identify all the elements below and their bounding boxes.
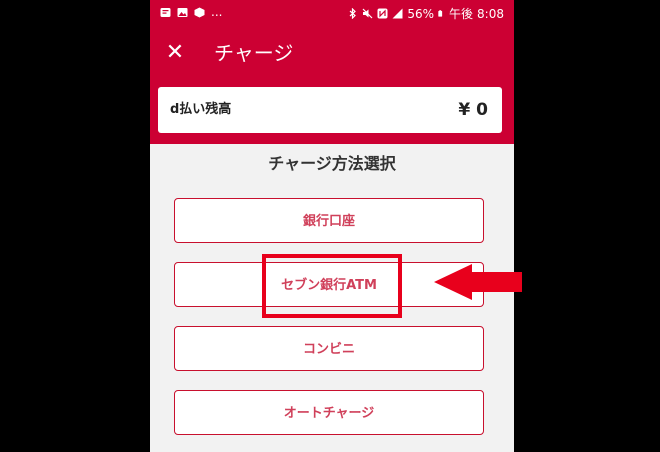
- app-icon: [194, 7, 205, 17]
- bluetooth-icon: [349, 8, 357, 19]
- balance-card: d払い残高 ¥ 0: [158, 87, 502, 133]
- nfc-icon: [377, 8, 388, 19]
- mute-icon: [362, 8, 373, 19]
- status-bar: ... 56% 午後 8:08: [150, 0, 514, 26]
- auto-charge-button[interactable]: オートチャージ: [174, 390, 484, 435]
- status-left-icons: ...: [160, 5, 222, 19]
- status-more-indicator: ...: [211, 5, 223, 19]
- phone-screen: ... 56% 午後 8:08 ✕ チャージ d払い残高 ¥ 0 チャージ方法選…: [150, 0, 514, 452]
- section-title: チャージ方法選択: [268, 154, 396, 173]
- battery-percent: 56%: [407, 6, 435, 21]
- notification-icon: [160, 7, 171, 17]
- convenience-store-button[interactable]: コンビニ: [174, 326, 484, 371]
- close-icon[interactable]: ✕: [162, 38, 188, 68]
- signal-icon: [392, 8, 403, 19]
- app-header: ✕ チャージ d払い残高 ¥ 0: [150, 26, 514, 144]
- battery-icon: [438, 10, 443, 17]
- arrow-left-icon: [434, 264, 522, 300]
- time-period: 午後: [449, 7, 474, 21]
- status-right-icons: 56% 午後 8:08: [347, 5, 504, 22]
- status-time: 8:08: [477, 6, 504, 21]
- balance-label: d払い残高: [170, 102, 232, 117]
- gallery-icon: [177, 7, 188, 17]
- page-title: チャージ: [214, 41, 294, 65]
- balance-value: ¥ 0: [458, 100, 488, 120]
- bank-account-button[interactable]: 銀行口座: [174, 198, 484, 243]
